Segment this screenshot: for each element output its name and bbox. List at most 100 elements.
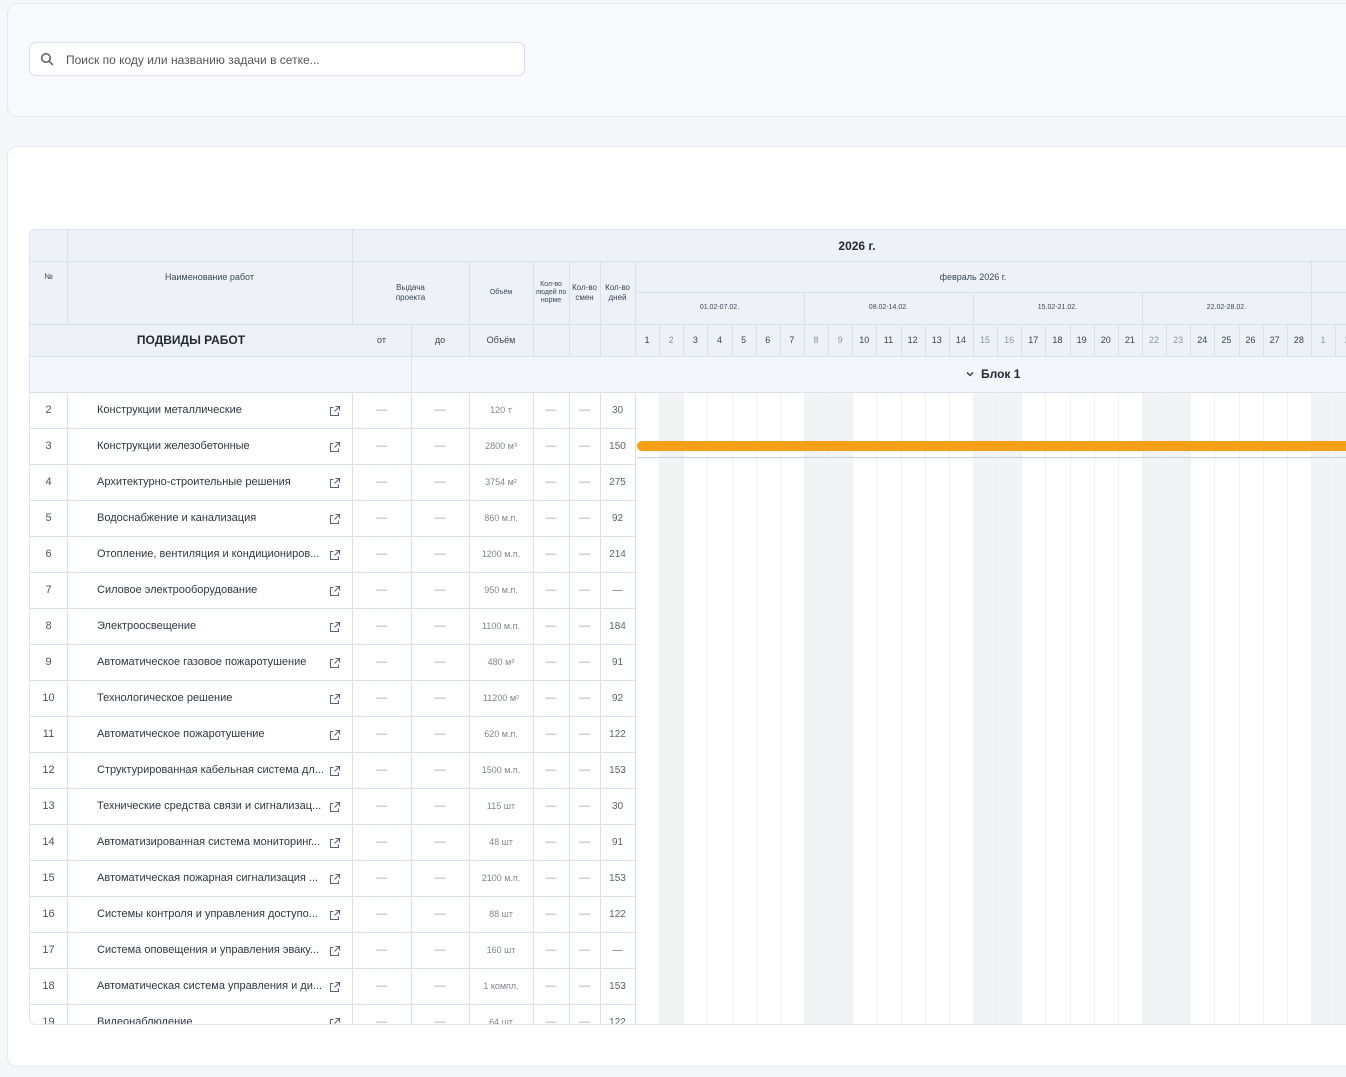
row-number: 9 [45, 656, 52, 668]
weekend-column [803, 392, 829, 1024]
row-from: — [376, 728, 387, 740]
external-link-icon[interactable] [329, 656, 341, 669]
day-gridline [1117, 392, 1119, 1024]
row-shifts: — [579, 404, 590, 416]
col-num-header: № [44, 272, 53, 281]
external-link-icon[interactable] [329, 836, 341, 849]
row-to: — [434, 980, 446, 992]
external-link-icon[interactable] [329, 764, 341, 777]
col-issue-header: Выдача проекта [395, 282, 426, 302]
row-number: 3 [45, 440, 52, 452]
block-toggle[interactable]: Блок 1 [965, 367, 1020, 381]
external-link-icon[interactable] [329, 800, 341, 813]
row-from: — [376, 548, 387, 560]
day-header: 10 [859, 335, 870, 345]
day-divider [1166, 324, 1168, 356]
row-name: Отопление, вентиляция и кондициониров... [97, 548, 320, 560]
day-gridline [948, 392, 950, 1024]
day-gridline [1069, 392, 1071, 1024]
row-to: — [434, 692, 446, 704]
row-number: 17 [42, 944, 55, 956]
day-header: 25 [1221, 335, 1232, 345]
day-divider [1214, 324, 1216, 356]
external-link-icon[interactable] [329, 440, 341, 453]
row-volume: 620 м.п. [484, 729, 518, 739]
weekend-column [659, 392, 684, 1024]
column-divider [533, 392, 534, 1024]
search-input[interactable] [64, 43, 518, 77]
day-header: 21 [1124, 335, 1135, 345]
row-rule [30, 428, 635, 429]
day-gridline [779, 392, 781, 1024]
day-gridline [1021, 392, 1023, 1024]
external-link-icon[interactable] [329, 512, 341, 525]
day-header: 1 [644, 335, 650, 345]
external-link-icon[interactable] [329, 584, 341, 597]
row-rule [30, 860, 635, 861]
row-rule [30, 896, 635, 897]
row-shifts: — [579, 620, 590, 632]
column-divider [469, 392, 470, 1024]
weekend-column [972, 392, 998, 1024]
external-link-icon[interactable] [329, 404, 341, 417]
row-from: — [376, 476, 387, 488]
header-divider [469, 261, 470, 356]
row-days: 153 [609, 764, 626, 776]
row-from: — [376, 404, 387, 416]
external-link-icon[interactable] [329, 1016, 341, 1024]
from-header: от [377, 335, 386, 345]
header-divider [352, 230, 353, 325]
row-rule [30, 608, 635, 609]
external-link-icon[interactable] [329, 728, 341, 741]
row-from: — [376, 908, 387, 920]
chevron-down-icon[interactable] [965, 369, 975, 379]
row-from: — [376, 440, 387, 452]
row-number: 18 [42, 980, 55, 992]
day-divider [1069, 324, 1071, 356]
row-volume: 64 шт [489, 1017, 513, 1025]
row-days: 214 [609, 548, 626, 560]
row-people: — [545, 908, 557, 920]
row-name: Структурированная кабельная система дл..… [97, 764, 324, 776]
row-volume: 950 м.п. [484, 585, 518, 595]
row-shifts: — [579, 764, 590, 776]
day-gridline [876, 392, 878, 1024]
external-link-icon[interactable] [329, 908, 341, 921]
external-link-icon[interactable] [329, 980, 341, 993]
external-link-icon[interactable] [329, 872, 341, 885]
row-people: — [545, 548, 557, 560]
external-link-icon[interactable] [329, 548, 341, 561]
day-divider [1335, 324, 1337, 356]
day-header: 13 [931, 335, 942, 345]
search-box[interactable] [29, 42, 525, 77]
external-link-icon[interactable] [329, 620, 341, 633]
row-from: — [376, 944, 387, 956]
weekend-column [1141, 392, 1167, 1024]
day-gridline [1238, 392, 1240, 1024]
row-to: — [434, 440, 446, 452]
row-name: Электроосвещение [97, 620, 197, 632]
day-header: 1 [1320, 335, 1326, 345]
row-people: — [545, 764, 557, 776]
day-divider [1141, 324, 1143, 356]
block-group-row[interactable]: Блок 1 [30, 356, 1346, 392]
external-link-icon[interactable] [329, 476, 341, 489]
external-link-icon[interactable] [329, 692, 341, 705]
day-divider [1286, 324, 1288, 356]
gantt-bar[interactable] [637, 441, 1346, 451]
row-number: 4 [45, 476, 52, 488]
row-days: 150 [609, 440, 626, 452]
row-shifts: — [579, 836, 590, 848]
row-name: Силовое электрооборудование [97, 584, 258, 596]
row-volume: 88 шт [489, 909, 513, 919]
column-divider [569, 392, 570, 1024]
day-gridline [924, 392, 926, 1024]
week-header: 22.02-28.02. [1206, 304, 1247, 311]
row-to: — [434, 476, 446, 488]
day-gridline [1141, 392, 1143, 1024]
external-link-icon[interactable] [329, 944, 341, 957]
row-volume: 1100 м.п. [482, 621, 520, 631]
row-name: Система оповещения и управления эваку... [97, 944, 319, 956]
week-divider [1141, 292, 1143, 324]
row-name: Автоматическая пожарная сигнализация ... [97, 872, 319, 884]
